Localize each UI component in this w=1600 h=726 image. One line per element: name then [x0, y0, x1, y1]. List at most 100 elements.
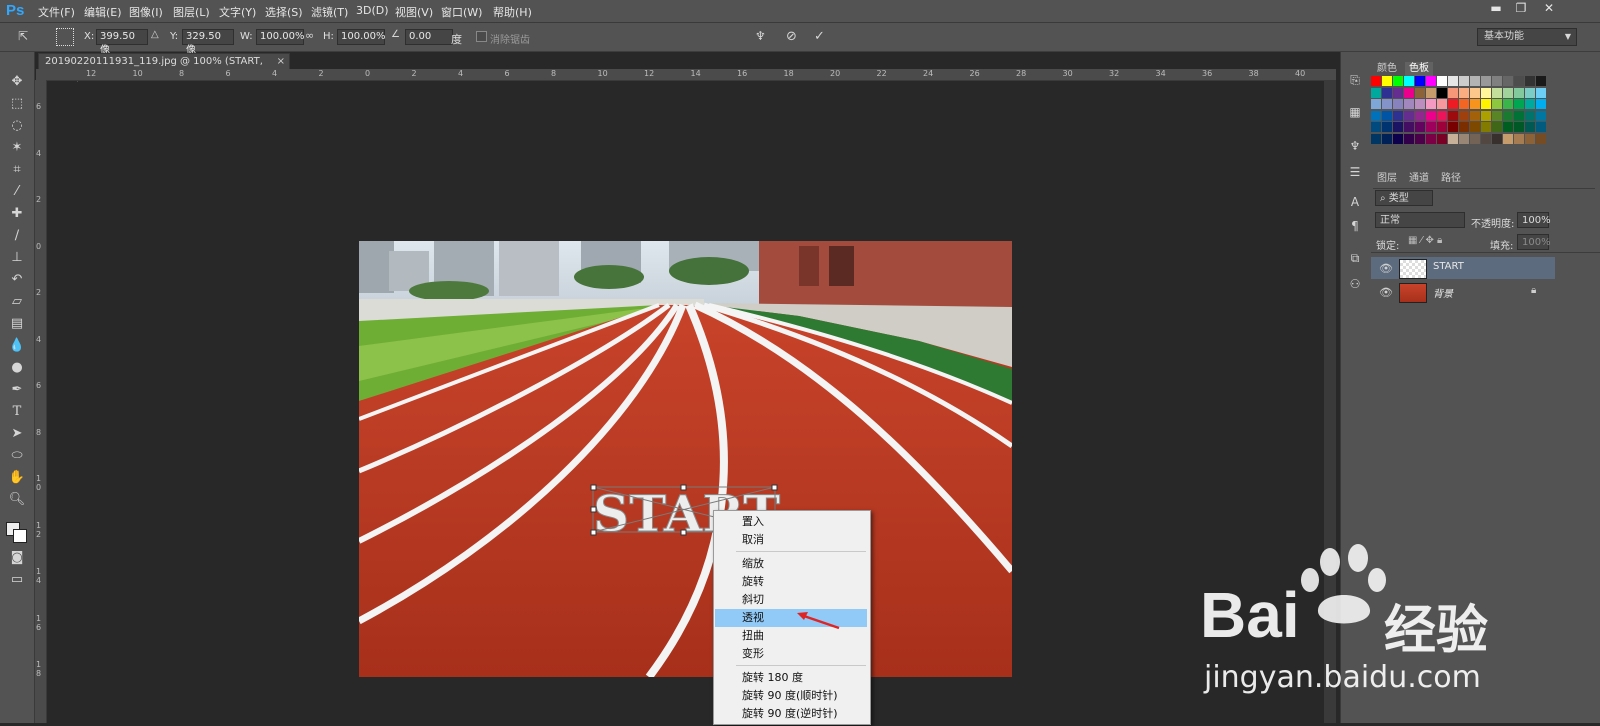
- visibility-eye-icon[interactable]: 👁︎: [1379, 286, 1393, 299]
- color-swatch[interactable]: [1404, 99, 1414, 109]
- color-swatch[interactable]: [1481, 122, 1491, 132]
- color-swatch[interactable]: [1514, 99, 1524, 109]
- type-tool-icon[interactable]: T: [6, 402, 28, 422]
- visibility-eye-icon[interactable]: 👁︎: [1379, 262, 1393, 275]
- color-swatch[interactable]: [1514, 122, 1524, 132]
- path-select-icon[interactable]: ➤: [6, 424, 28, 444]
- menu-edit[interactable]: 编辑(E): [84, 4, 122, 20]
- menu-item-scale[interactable]: 缩放: [715, 555, 867, 573]
- antialias-checkbox[interactable]: [476, 31, 487, 42]
- tab-swatches[interactable]: 色板: [1405, 62, 1433, 76]
- color-swatch[interactable]: [1536, 76, 1546, 86]
- color-swatch[interactable]: [1393, 122, 1403, 132]
- menu-item-rotate-180[interactable]: 旋转 180 度: [715, 669, 867, 687]
- menu-item-rotate[interactable]: 旋转: [715, 573, 867, 591]
- fill-field[interactable]: 100%: [1517, 234, 1551, 250]
- color-swatch[interactable]: [1459, 76, 1469, 86]
- healing-brush-icon[interactable]: ✚: [6, 204, 28, 224]
- history-panel-icon[interactable]: ⎘: [1347, 72, 1363, 88]
- color-swatch[interactable]: [1404, 87, 1414, 98]
- color-swatch[interactable]: [1404, 122, 1414, 132]
- color-swatch[interactable]: [1448, 110, 1458, 121]
- color-swatch[interactable]: [1393, 133, 1403, 144]
- y-field[interactable]: 329.50 像: [182, 29, 234, 56]
- minimize-button[interactable]: ▬: [1485, 1, 1507, 17]
- color-swatch[interactable]: [1492, 76, 1502, 86]
- color-swatch[interactable]: [1481, 110, 1491, 121]
- color-swatch[interactable]: [1404, 133, 1414, 144]
- link-icon[interactable]: ∞: [305, 29, 314, 42]
- color-swatch[interactable]: [1514, 76, 1524, 86]
- screen-mode-icon[interactable]: ▭: [6, 570, 28, 590]
- color-swatch[interactable]: [1459, 122, 1469, 132]
- transform-tool-icon[interactable]: ⇱: [18, 29, 28, 43]
- menu-item-warp[interactable]: 变形: [715, 645, 867, 663]
- menu-filter[interactable]: 滤镜(T): [311, 4, 348, 20]
- width-field[interactable]: 100.00%: [256, 29, 305, 45]
- color-swatch[interactable]: [1525, 110, 1535, 121]
- color-swatch[interactable]: [1393, 99, 1403, 109]
- blend-mode-select[interactable]: 正常: [1375, 212, 1465, 228]
- color-swatch[interactable]: [1525, 133, 1535, 144]
- color-swatch[interactable]: [1437, 133, 1447, 144]
- menu-help[interactable]: 帮助(H): [493, 4, 532, 20]
- color-swatch[interactable]: [1415, 99, 1425, 109]
- tab-paths[interactable]: 路径: [1437, 172, 1465, 186]
- opacity-field[interactable]: 100%: [1517, 212, 1551, 228]
- cancel-transform-icon[interactable]: ⊘: [786, 29, 797, 44]
- layer-background[interactable]: 👁︎ 背景 🔒︎: [1371, 281, 1555, 303]
- close-tab-icon[interactable]: ×: [277, 54, 285, 70]
- hand-tool-icon[interactable]: ✋: [6, 468, 28, 488]
- color-swatch[interactable]: [1426, 87, 1436, 98]
- color-swatch[interactable]: [1415, 122, 1425, 132]
- color-swatch[interactable]: [1426, 122, 1436, 132]
- color-swatch[interactable]: [1382, 110, 1392, 121]
- color-swatch[interactable]: [1525, 76, 1535, 86]
- tab-layers[interactable]: 图层: [1373, 172, 1401, 186]
- eyedropper-icon[interactable]: ⁄: [6, 182, 28, 202]
- magic-wand-icon[interactable]: ✶: [6, 138, 28, 158]
- color-swatch[interactable]: [1492, 133, 1502, 144]
- menu-item-place[interactable]: 置入: [715, 513, 867, 531]
- marquee-tool-icon[interactable]: ⬚: [6, 94, 28, 114]
- color-swatch[interactable]: [1371, 133, 1381, 144]
- paragraph-panel-icon[interactable]: ¶: [1347, 218, 1363, 234]
- color-swatch[interactable]: [1426, 76, 1436, 86]
- adjustments-panel-icon[interactable]: ☰: [1347, 164, 1363, 180]
- menu-item-rotate-90-cw[interactable]: 旋转 90 度(顺时针): [715, 687, 867, 705]
- ellipse-tool-icon[interactable]: ⬭: [6, 446, 28, 466]
- color-swatch[interactable]: [1503, 87, 1513, 98]
- color-swatch[interactable]: [1459, 133, 1469, 144]
- color-swatch[interactable]: [1459, 87, 1469, 98]
- properties-panel-icon[interactable]: ▦: [1347, 104, 1363, 120]
- gradient-tool-icon[interactable]: ▤: [6, 314, 28, 334]
- menu-item-cancel[interactable]: 取消: [715, 531, 867, 549]
- menu-window[interactable]: 窗口(W): [441, 4, 482, 20]
- color-swatch[interactable]: [1481, 99, 1491, 109]
- color-swatch[interactable]: [1382, 76, 1392, 86]
- color-swatch[interactable]: [1481, 76, 1491, 86]
- menu-select[interactable]: 选择(S): [265, 4, 303, 20]
- workspace-select[interactable]: 基本功能 ▼: [1477, 28, 1577, 46]
- color-swatch[interactable]: [1459, 99, 1469, 109]
- background-color-swatch[interactable]: [13, 529, 27, 543]
- color-swatch[interactable]: [1437, 76, 1447, 86]
- menu-type[interactable]: 文字(Y): [219, 4, 256, 20]
- color-swatch[interactable]: [1503, 122, 1513, 132]
- relative-position-icon[interactable]: △: [151, 29, 159, 40]
- color-swatch[interactable]: [1503, 110, 1513, 121]
- color-swatch[interactable]: [1503, 76, 1513, 86]
- color-swatch[interactable]: [1470, 99, 1480, 109]
- color-swatch[interactable]: [1470, 76, 1480, 86]
- character-panel-icon[interactable]: A: [1347, 194, 1363, 210]
- color-swatch[interactable]: [1437, 87, 1447, 98]
- clone-stamp-icon[interactable]: ⊥: [6, 248, 28, 268]
- zoom-tool-icon[interactable]: 🔍︎: [6, 490, 28, 510]
- color-swatch[interactable]: [1415, 76, 1425, 86]
- color-swatch[interactable]: [1492, 99, 1502, 109]
- color-swatch[interactable]: [1448, 99, 1458, 109]
- color-swatch[interactable]: [1525, 99, 1535, 109]
- menu-file[interactable]: 文件(F): [38, 4, 75, 20]
- layer-filter-select[interactable]: ⌕ 类型: [1375, 190, 1433, 206]
- lock-icons[interactable]: ▦ ⁄ ✥ 🔒︎: [1408, 235, 1442, 246]
